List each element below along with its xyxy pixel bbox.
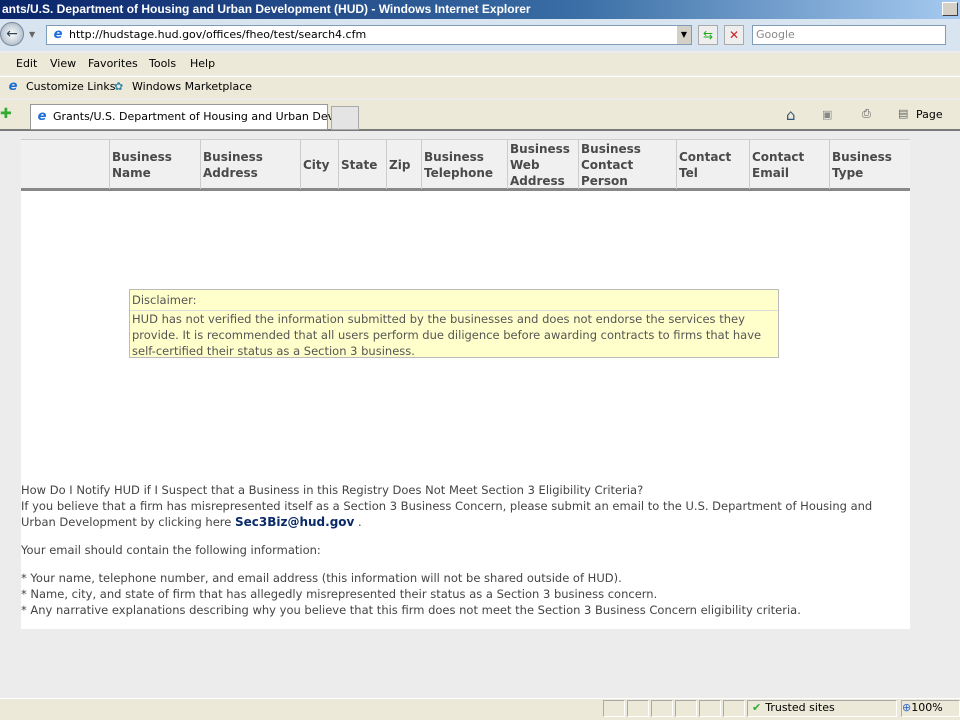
- favorites-star-icon[interactable]: ✚: [0, 106, 12, 122]
- info-item: * Name, city, and state of firm that has…: [21, 587, 658, 601]
- refresh-icon[interactable]: ⇆: [698, 25, 718, 45]
- page-icon: ▤: [898, 107, 909, 120]
- status-pane: [651, 700, 673, 717]
- zoom-control[interactable]: ⊕100%: [901, 700, 960, 717]
- minimize-button[interactable]: [942, 2, 958, 16]
- address-bar[interactable]: e http://hudstage.hud.gov/offices/fheo/t…: [46, 25, 692, 45]
- ie-page-icon: e: [53, 27, 63, 42]
- tab-active[interactable]: e Grants/U.S. Department of Housing and …: [30, 104, 354, 130]
- security-zone[interactable]: ✔ Trusted sites: [747, 700, 897, 717]
- col-state[interactable]: State: [338, 140, 386, 189]
- ie-icon: e: [8, 79, 18, 94]
- notify-paragraph: If you believe that a firm has misrepres…: [21, 498, 901, 530]
- url-text[interactable]: http://hudstage.hud.gov/offices/fheo/tes…: [69, 28, 366, 41]
- menu-view[interactable]: View: [50, 57, 76, 70]
- col-business-type[interactable]: Business Type: [829, 140, 909, 189]
- notify-question: How Do I Notify HUD if I Suspect that a …: [21, 483, 644, 497]
- check-icon: ✔: [752, 701, 762, 714]
- history-dropdown-icon[interactable]: ▼: [29, 30, 35, 39]
- col-business-address[interactable]: Business Address: [200, 140, 300, 189]
- info-item: * Your name, telephone number, and email…: [21, 571, 622, 585]
- email-intro: Your email should contain the following …: [21, 543, 321, 557]
- back-button[interactable]: ←: [0, 22, 24, 46]
- col-business-contact-person[interactable]: Business Contact Person: [578, 140, 676, 189]
- page-menu-button[interactable]: Page: [916, 108, 943, 121]
- notify-after: .: [354, 515, 362, 529]
- ie-page-icon: e: [37, 109, 47, 124]
- status-pane: [723, 700, 745, 717]
- status-pane: [627, 700, 649, 717]
- zone-label: Trusted sites: [765, 701, 835, 714]
- menu-edit[interactable]: Edit: [16, 57, 37, 70]
- menu-help[interactable]: Help: [190, 57, 215, 70]
- print-icon[interactable]: ⎙: [862, 107, 871, 121]
- zoom-icon: ⊕: [902, 701, 912, 714]
- address-dropdown-button[interactable]: ▼: [677, 26, 691, 44]
- col-contact-email[interactable]: Contact Email: [749, 140, 829, 189]
- link-windows-marketplace[interactable]: Windows Marketplace: [132, 80, 252, 93]
- stop-icon[interactable]: ✕: [724, 25, 744, 45]
- email-link[interactable]: Sec3Biz@hud.gov: [235, 515, 354, 529]
- zoom-level: 100%: [911, 701, 943, 714]
- col-contact-tel[interactable]: Contact Tel: [676, 140, 749, 189]
- col-business-telephone[interactable]: Business Telephone: [421, 140, 507, 189]
- menu-favorites[interactable]: Favorites: [88, 57, 138, 70]
- window-title: ants/U.S. Department of Housing and Urba…: [0, 0, 960, 19]
- new-tab-button[interactable]: [331, 106, 359, 130]
- link-customize-links[interactable]: Customize Links: [26, 80, 116, 93]
- results-table-header: Business Name Business Address City Stat…: [21, 139, 910, 191]
- menu-tools[interactable]: Tools: [149, 57, 176, 70]
- tab-title: Grants/U.S. Department of Housing and Ur…: [53, 110, 355, 123]
- menu-bar: [0, 53, 960, 75]
- notify-text: If you believe that a firm has misrepres…: [21, 499, 873, 529]
- disclaimer-box: Disclaimer: HUD has not verified the inf…: [129, 289, 779, 358]
- status-pane: [675, 700, 697, 717]
- col-zip[interactable]: Zip: [386, 140, 421, 189]
- disclaimer-body: HUD has not verified the information sub…: [132, 312, 762, 358]
- home-icon[interactable]: ⌂: [786, 106, 796, 124]
- status-pane: [603, 700, 625, 717]
- feeds-icon[interactable]: ▣: [822, 108, 832, 121]
- col-business-name[interactable]: Business Name: [109, 140, 200, 189]
- col-business-web-address[interactable]: Business Web Address: [507, 140, 578, 189]
- disclaimer-heading: Disclaimer:: [130, 290, 778, 311]
- windows-marketplace-icon: ✿: [114, 80, 124, 93]
- search-input[interactable]: Google: [752, 25, 946, 45]
- status-pane: [699, 700, 721, 717]
- info-item: * Any narrative explanations describing …: [21, 603, 801, 617]
- col-city[interactable]: City: [300, 140, 338, 189]
